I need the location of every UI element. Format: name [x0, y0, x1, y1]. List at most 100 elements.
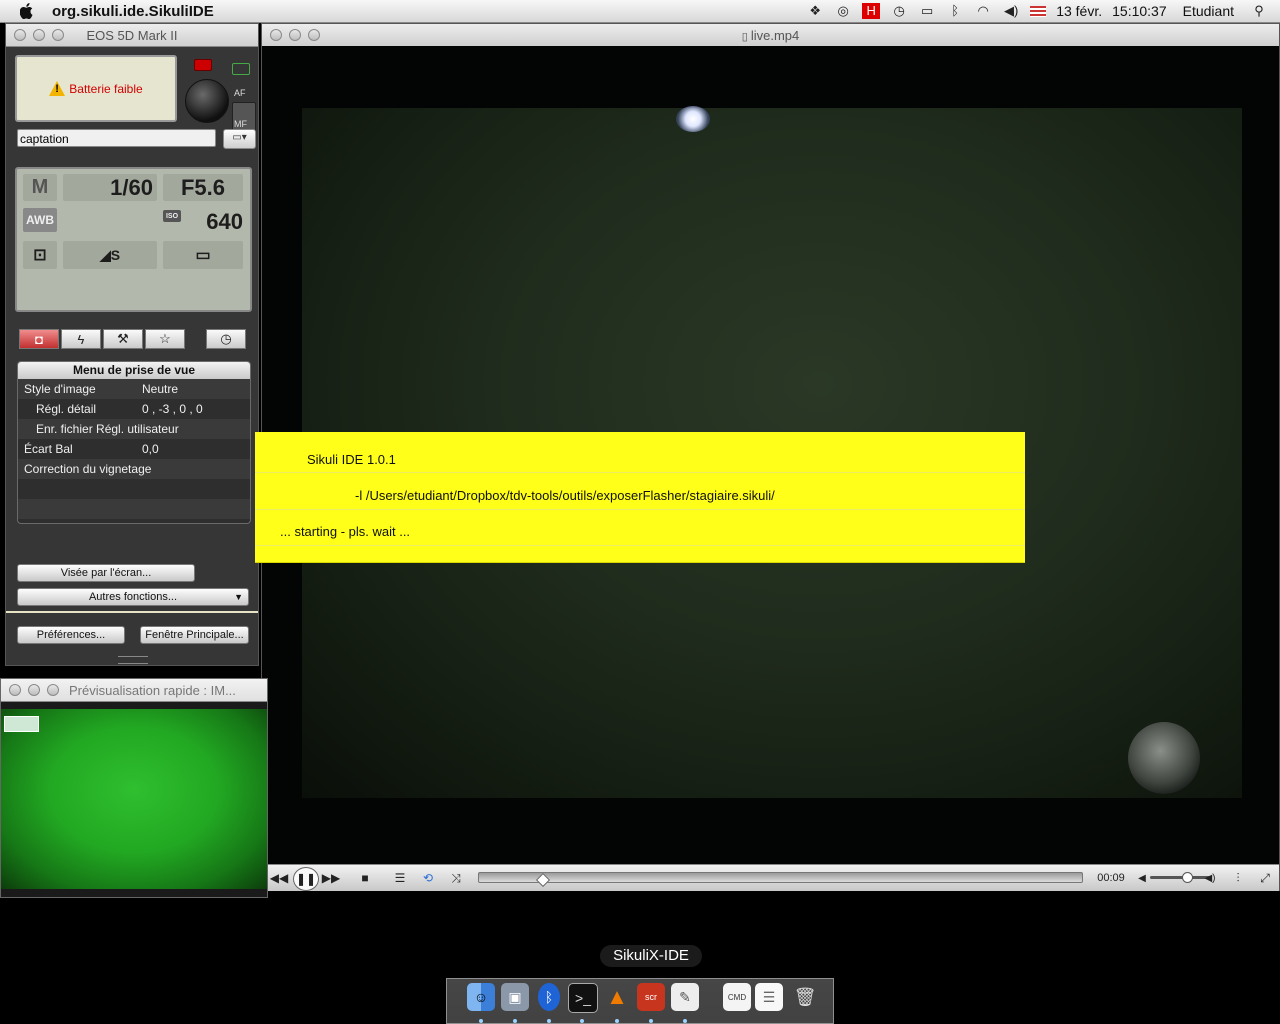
tab-shooting-camera-icon[interactable]: ◘: [19, 329, 59, 349]
forward-button[interactable]: ▶▶: [320, 868, 342, 888]
menu-row-label: Enr. fichier Régl. utilisateur: [36, 422, 179, 436]
menu-row-empty: [18, 479, 250, 499]
splash-status: ... starting - pls. wait ...: [280, 524, 411, 539]
minimize-button[interactable]: [289, 29, 301, 41]
spotlight-icon[interactable]: ⚲: [1250, 3, 1268, 19]
menu-row[interactable]: Régl. détail 0 , -3 , 0 , 0: [18, 399, 250, 419]
tab-flash-icon[interactable]: ϟ: [61, 329, 101, 349]
minimize-button[interactable]: [33, 29, 45, 41]
volume-low-icon[interactable]: ◀: [1136, 868, 1148, 888]
preview-marker: [4, 716, 39, 732]
vlc-icon[interactable]: ▲: [603, 983, 631, 1011]
playlist-button[interactable]: ☰: [389, 868, 411, 888]
tab-my-menu-star-icon[interactable]: ☆: [145, 329, 185, 349]
white-balance[interactable]: AWB: [23, 208, 57, 232]
tab-tools-icon[interactable]: ⚒: [103, 329, 143, 349]
splash-divider: [255, 472, 1025, 473]
tab-timer-icon[interactable]: ◷: [206, 329, 246, 349]
seek-bar[interactable]: [478, 872, 1083, 888]
zoom-button[interactable]: [308, 29, 320, 41]
main-window-button[interactable]: Fenêtre Principale...: [140, 626, 249, 644]
volume-high-icon[interactable]: ◀): [1203, 868, 1217, 888]
time-machine-icon[interactable]: ◷: [890, 3, 908, 19]
iso-value[interactable]: 640: [183, 208, 243, 235]
dock-tooltip: SikuliX-IDE: [600, 945, 702, 967]
fullscreen-button[interactable]: ⤢: [1254, 868, 1276, 888]
image-quality[interactable]: ◢S: [63, 241, 157, 269]
bluetooth-icon[interactable]: ᛒ: [946, 3, 964, 19]
folder-button[interactable]: ▭▾: [223, 129, 256, 149]
minimize-button[interactable]: [28, 684, 40, 696]
eos-titlebar[interactable]: EOS 5D Mark II: [6, 24, 258, 47]
folder-name-field[interactable]: captation: [17, 129, 216, 147]
running-indicator: [513, 1019, 517, 1023]
menu-row[interactable]: Correction du vignetage: [18, 459, 250, 479]
player-controls: ◀◀ ❚❚ ▶▶ ■ ☰ ⟲ ⤨ 00:09 ◀ ◀) ⫶ ⤢: [262, 864, 1279, 891]
remote-desktop-icon[interactable]: ▣: [501, 983, 529, 1011]
close-button[interactable]: [14, 29, 26, 41]
player-titlebar[interactable]: ▯ live.mp4: [262, 24, 1279, 47]
menubar-user[interactable]: Etudiant: [1183, 3, 1234, 19]
equalizer-button[interactable]: ⫶: [1227, 868, 1249, 888]
document-icon[interactable]: CMD: [723, 983, 751, 1011]
pc-transfer-icon[interactable]: ▭: [163, 241, 243, 269]
running-indicator: [615, 1019, 619, 1023]
zoom-button[interactable]: [47, 684, 59, 696]
battery-status-panel: Batterie faible: [15, 55, 177, 122]
shooting-menu-panel: Menu de prise de vue Style d'image Neutre…: [17, 361, 251, 524]
menu-row[interactable]: Enr. fichier Régl. utilisateur: [18, 419, 250, 439]
flash-light: [676, 106, 710, 132]
cc-icon[interactable]: ◎: [834, 3, 852, 19]
preferences-button[interactable]: Préférences...: [17, 626, 125, 644]
shuffle-button[interactable]: ⤨: [445, 868, 467, 888]
app-name-menu[interactable]: org.sikuli.ide.SikuliIDE: [52, 3, 214, 20]
main-dial[interactable]: [185, 79, 229, 123]
close-button[interactable]: [270, 29, 282, 41]
applescript-icon[interactable]: scr: [637, 983, 665, 1011]
volume-knob[interactable]: [1182, 872, 1193, 883]
display-icon[interactable]: ▭: [918, 3, 936, 19]
dropdown-arrow-icon: ▼: [234, 592, 243, 602]
volume-icon[interactable]: ◀): [1002, 3, 1020, 19]
video-knob: [1128, 722, 1200, 794]
menu-row[interactable]: Écart Bal 0,0: [18, 439, 250, 459]
volume-slider[interactable]: [1150, 876, 1210, 879]
stop-button[interactable]: ■: [354, 868, 376, 888]
other-functions-button[interactable]: Autres fonctions... ▼: [17, 588, 249, 606]
apple-menu-icon[interactable]: [18, 2, 36, 20]
pause-button[interactable]: ❚❚: [293, 867, 319, 891]
script-editor-icon[interactable]: ✎: [671, 983, 699, 1011]
dropbox-icon[interactable]: ❖: [806, 3, 824, 19]
running-indicator: [580, 1019, 584, 1023]
mf-label: MF: [234, 119, 247, 129]
flag-icon[interactable]: H: [862, 3, 881, 19]
bluetooth-icon[interactable]: ᛒ: [538, 983, 560, 1011]
shutter-speed[interactable]: 1/60: [63, 174, 157, 201]
menu-row[interactable]: Style d'image Neutre: [18, 379, 250, 399]
preview-title: Prévisualisation rapide : IM...: [69, 682, 236, 698]
trash-icon[interactable]: 🗑: [791, 983, 819, 1011]
menu-row-value: 0 , -3 , 0 , 0: [142, 402, 203, 416]
menubar-time[interactable]: 15:10:37: [1112, 3, 1167, 19]
loop-button[interactable]: ⟲: [417, 868, 439, 888]
wifi-icon[interactable]: ◠: [974, 3, 992, 19]
menu-row-value: Neutre: [142, 382, 179, 396]
aperture[interactable]: F5.6: [163, 174, 243, 201]
live-view-button[interactable]: Visée par l'écran...: [17, 564, 195, 582]
preview-titlebar[interactable]: Prévisualisation rapide : IM...: [1, 679, 267, 702]
metering-icon[interactable]: ⊡: [23, 241, 57, 269]
terminal-icon[interactable]: >_: [568, 983, 598, 1013]
preview-document-icon[interactable]: ☰: [755, 983, 783, 1011]
zoom-button[interactable]: [52, 29, 64, 41]
splash-divider: [255, 545, 1025, 546]
menubar-date[interactable]: 13 févr.: [1056, 3, 1102, 19]
running-indicator: [479, 1019, 483, 1023]
resize-grip[interactable]: [118, 656, 148, 664]
rewind-button[interactable]: ◀◀: [268, 868, 290, 888]
seek-knob[interactable]: [535, 872, 551, 888]
menu-row-label: Correction du vignetage: [24, 462, 152, 476]
us-flag-icon[interactable]: [1030, 5, 1047, 17]
finder-icon[interactable]: ☺: [467, 983, 495, 1011]
shooting-mode[interactable]: M: [23, 174, 57, 201]
close-button[interactable]: [9, 684, 21, 696]
